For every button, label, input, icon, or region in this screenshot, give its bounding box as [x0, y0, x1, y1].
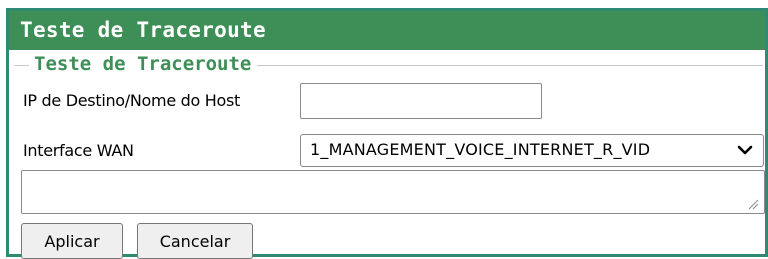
fieldset-legend: Teste de Traceroute: [29, 51, 258, 77]
result-textarea[interactable]: [21, 170, 765, 214]
wan-interface-label: Interface WAN: [23, 141, 134, 160]
apply-button[interactable]: Aplicar: [21, 223, 123, 259]
wan-interface-selected-value: 1_MANAGEMENT_VOICE_INTERNET_R_VID: [310, 140, 651, 159]
cancel-button[interactable]: Cancelar: [137, 223, 253, 259]
wan-interface-select[interactable]: 1_MANAGEMENT_VOICE_INTERNET_R_VID: [300, 134, 764, 167]
chevron-down-icon: [737, 145, 753, 155]
panel-title: Teste de Traceroute: [9, 11, 765, 50]
resize-grip-icon[interactable]: [747, 198, 759, 210]
destination-input[interactable]: [300, 83, 542, 119]
traceroute-panel: Teste de Traceroute Teste de Traceroute …: [6, 8, 768, 259]
destination-label: IP de Destino/Nome do Host: [23, 91, 241, 110]
